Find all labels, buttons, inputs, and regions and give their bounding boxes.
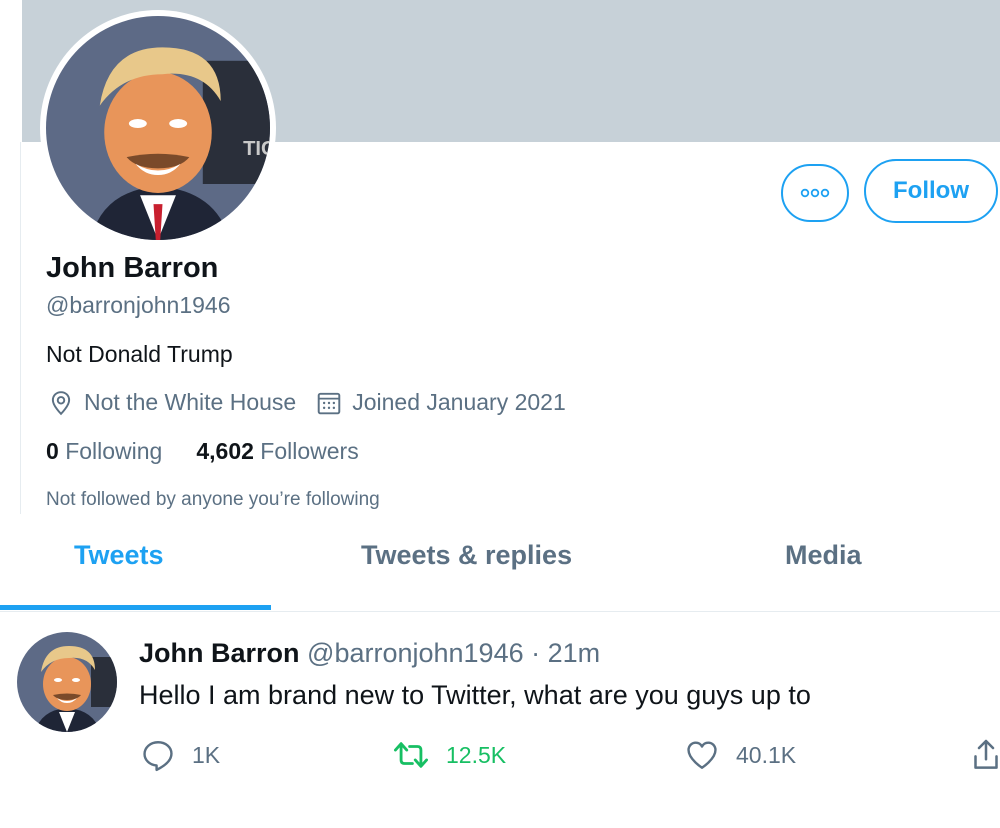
svg-text:TIC: TIC (243, 138, 270, 160)
tweet-author-handle[interactable]: @barronjohn1946 (307, 638, 524, 668)
avatar-image (17, 632, 117, 732)
avatar-image: TIC (46, 16, 270, 240)
reply-button[interactable]: 1K (140, 738, 220, 772)
following-count: 0 (46, 438, 59, 464)
tweet-header: John Barron @barronjohn1946 · 21m (139, 638, 600, 669)
tweet-avatar[interactable] (17, 632, 117, 732)
retweet-button[interactable]: 12.5K (392, 738, 506, 772)
location-text: Not the White House (84, 389, 297, 415)
heart-icon (687, 741, 717, 769)
followed-by-note: Not followed by anyone you’re following (46, 489, 380, 510)
location-pin-icon (51, 390, 71, 415)
profile-avatar[interactable]: TIC (40, 10, 276, 246)
retweet-icon (393, 742, 428, 768)
followers-label: Followers (260, 438, 359, 464)
tweet-time[interactable]: 21m (548, 638, 601, 668)
tab-tweets[interactable]: Tweets (74, 540, 164, 571)
more-options-button[interactable] (781, 164, 849, 222)
reply-icon (143, 741, 173, 772)
following-label: Following (65, 438, 163, 464)
profile-name: John Barron (46, 252, 219, 284)
joined-text: Joined January 2021 (352, 389, 566, 415)
header-divider (20, 142, 21, 514)
profile-tabs: Tweets Tweets & replies Media (0, 522, 1000, 612)
share-icon (974, 739, 998, 769)
joined-item: Joined January 2021 (316, 389, 566, 416)
more-icon (800, 188, 830, 198)
tweet-author-name[interactable]: John Barron (139, 638, 300, 668)
tab-tweets-replies[interactable]: Tweets & replies (361, 540, 572, 571)
tweet[interactable]: John Barron @barronjohn1946 · 21m Hello … (0, 613, 1000, 828)
calendar-icon (317, 392, 341, 414)
retweet-count: 12.5K (446, 741, 507, 768)
reply-count: 1K (192, 741, 221, 768)
following-link[interactable]: 0 Following (46, 438, 162, 465)
followers-count: 4,602 (196, 438, 254, 464)
tweet-separator: · (531, 638, 541, 668)
like-button[interactable]: 40.1K (684, 738, 796, 772)
profile-bio: Not Donald Trump (46, 341, 233, 367)
follow-button[interactable]: Follow (864, 159, 998, 223)
tweet-text: Hello I am brand new to Twitter, what ar… (139, 680, 811, 710)
like-count: 40.1K (736, 741, 797, 768)
tab-media[interactable]: Media (785, 540, 862, 571)
profile-handle: @barronjohn1946 (46, 292, 231, 318)
followers-link[interactable]: 4,602 Followers (196, 438, 358, 465)
active-tab-indicator (0, 605, 271, 610)
location-item: Not the White House (48, 389, 296, 416)
share-button[interactable] (972, 738, 1000, 772)
profile-meta: Not the White House Joined January 2021 (48, 389, 586, 416)
follow-stats: 0 Following 4,602 Followers (46, 438, 393, 465)
